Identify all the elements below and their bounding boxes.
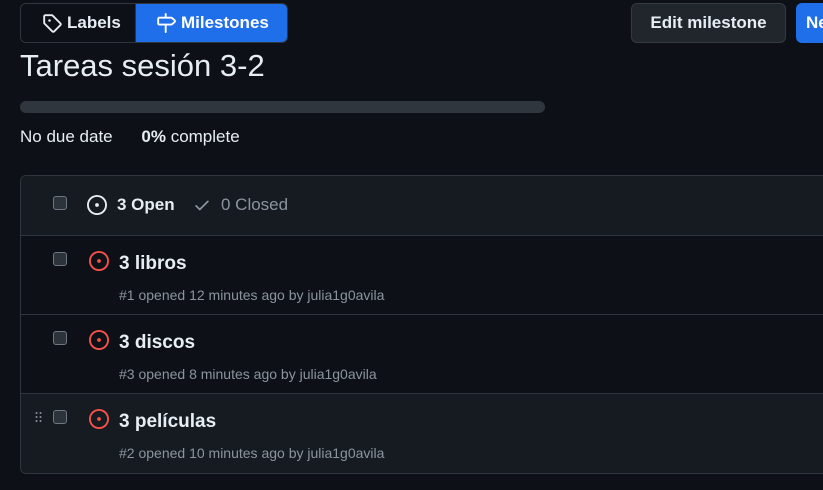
- labels-tab-label: Labels: [67, 13, 121, 32]
- milestones-tab[interactable]: Milestones: [136, 4, 287, 42]
- edit-milestone-button[interactable]: Edit milestone: [631, 3, 786, 43]
- issue-opened-icon: [89, 330, 109, 350]
- issue-row: 3 libros #1 opened 12 minutes ago by jul…: [21, 236, 823, 315]
- open-count: 3 Open: [117, 195, 175, 214]
- closed-filter[interactable]: 0 Closed: [193, 195, 288, 215]
- issue-opened-icon: [89, 409, 109, 429]
- milestones-tab-label: Milestones: [181, 13, 269, 32]
- issue-checkbox[interactable]: [53, 331, 67, 345]
- issue-checkbox[interactable]: [53, 252, 67, 266]
- issue-title-link[interactable]: 3 películas: [119, 411, 216, 433]
- issue-opened-icon: [87, 195, 107, 215]
- tag-icon: [43, 14, 62, 33]
- issues-list-header: 3 Open 0 Closed: [21, 176, 823, 236]
- milestone-progress-bar: [20, 101, 545, 113]
- select-all-checkbox[interactable]: [53, 196, 67, 210]
- issues-list: 3 Open 0 Closed 3 libros #1 opened 12 mi…: [20, 175, 823, 474]
- page-title: Tareas sesión 3-2: [20, 48, 265, 83]
- issue-meta: #3 opened 8 minutes ago by julia1g0avila: [119, 366, 377, 382]
- complete-word: complete: [170, 127, 240, 146]
- issue-opened-icon: [89, 251, 109, 271]
- due-date: No due date: [20, 127, 113, 146]
- new-issue-button[interactable]: New issue: [796, 3, 823, 43]
- labels-milestones-toggle: Labels Milestones: [20, 3, 288, 43]
- issue-title-link[interactable]: 3 discos: [119, 332, 195, 354]
- issue-title-link[interactable]: 3 libros: [119, 253, 187, 275]
- labels-tab[interactable]: Labels: [21, 4, 136, 42]
- issue-row: 3 discos #3 opened 8 minutes ago by juli…: [21, 315, 823, 394]
- open-filter[interactable]: 3 Open: [87, 195, 175, 215]
- issue-meta: #2 opened 10 minutes ago by julia1g0avil…: [119, 445, 385, 461]
- milestone-meta: No due date 0% complete: [20, 127, 240, 147]
- milestone-icon: [157, 13, 176, 33]
- percent-complete: 0%: [141, 127, 166, 146]
- issue-checkbox[interactable]: [53, 410, 67, 424]
- issue-meta: #1 opened 12 minutes ago by julia1g0avil…: [119, 287, 385, 303]
- issue-row: 3 películas #2 opened 10 minutes ago by …: [21, 394, 823, 473]
- closed-count: 0 Closed: [221, 195, 289, 214]
- check-icon: [195, 200, 209, 211]
- grabber-icon[interactable]: [34, 411, 44, 423]
